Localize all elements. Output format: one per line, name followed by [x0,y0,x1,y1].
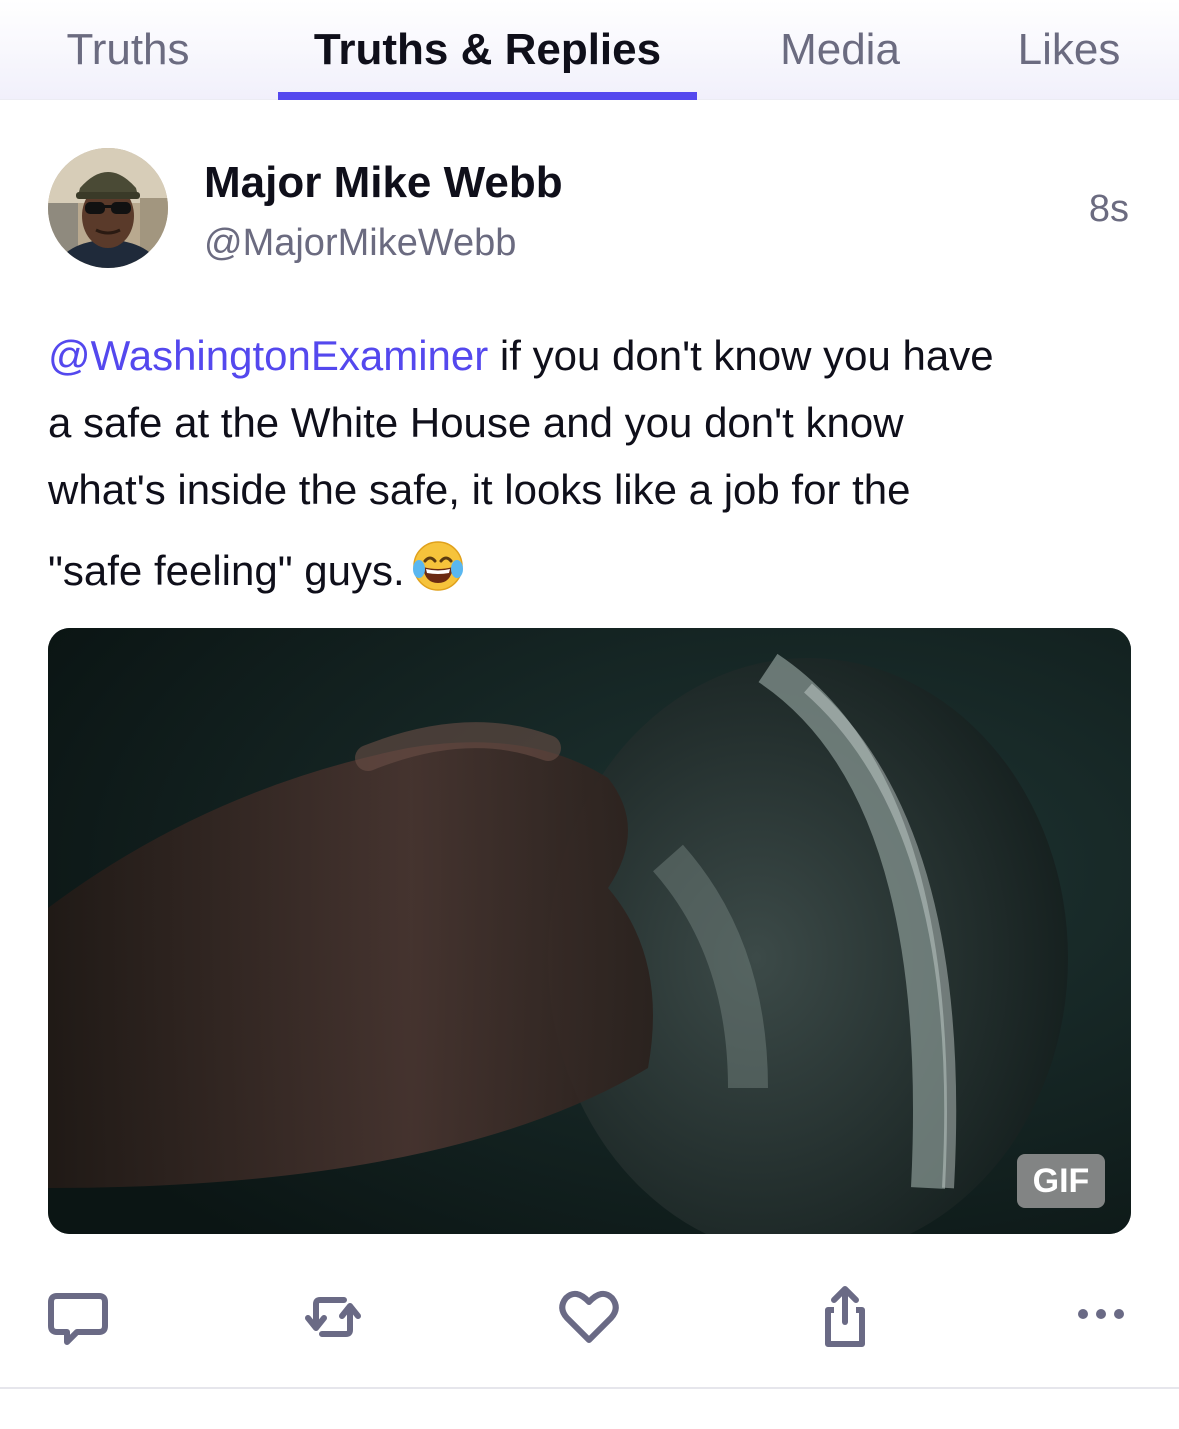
mention-link[interactable]: @WashingtonExaminer [48,332,488,379]
tab-truths-and-replies[interactable]: Truths & Replies [278,0,697,100]
post-text-segment: "safe feeling" guys. [48,547,405,594]
post-text-line: a safe at the White House and you don't … [48,399,904,446]
safe-dial-image [48,628,1131,1234]
repost-icon[interactable] [298,1282,368,1352]
post-text-line: "safe feeling" guys. [48,537,1138,612]
tab-truths[interactable]: Truths [38,0,218,100]
post-actions [0,1270,1179,1360]
post-text-line: @WashingtonExaminer if you don't know yo… [48,322,1138,389]
avatar[interactable] [48,148,168,268]
share-icon[interactable] [810,1282,880,1352]
author-handle[interactable]: @MajorMikeWebb [204,222,516,265]
tab-media[interactable]: Media [760,0,920,100]
profile-tabs: Truths Truths & Replies Media Likes [0,0,1179,100]
post-text-segment: if you don't know you have [488,332,994,379]
tab-likes[interactable]: Likes [1005,0,1133,100]
reply-icon[interactable] [43,1282,113,1352]
post-timestamp: 8s [1088,188,1129,230]
post-text-line: what's inside the safe, it looks like a … [48,466,911,513]
more-icon[interactable] [1066,1282,1136,1352]
gif-badge: GIF [1017,1154,1105,1208]
post-gif[interactable]: GIF [48,628,1131,1234]
face-with-tears-of-joy-icon [411,539,465,612]
active-tab-indicator [278,92,697,100]
author-name[interactable]: Major Mike Webb [204,158,563,208]
post-divider [0,1387,1179,1389]
post-body: @WashingtonExaminer if you don't know yo… [48,322,1138,612]
like-icon[interactable] [554,1282,624,1352]
